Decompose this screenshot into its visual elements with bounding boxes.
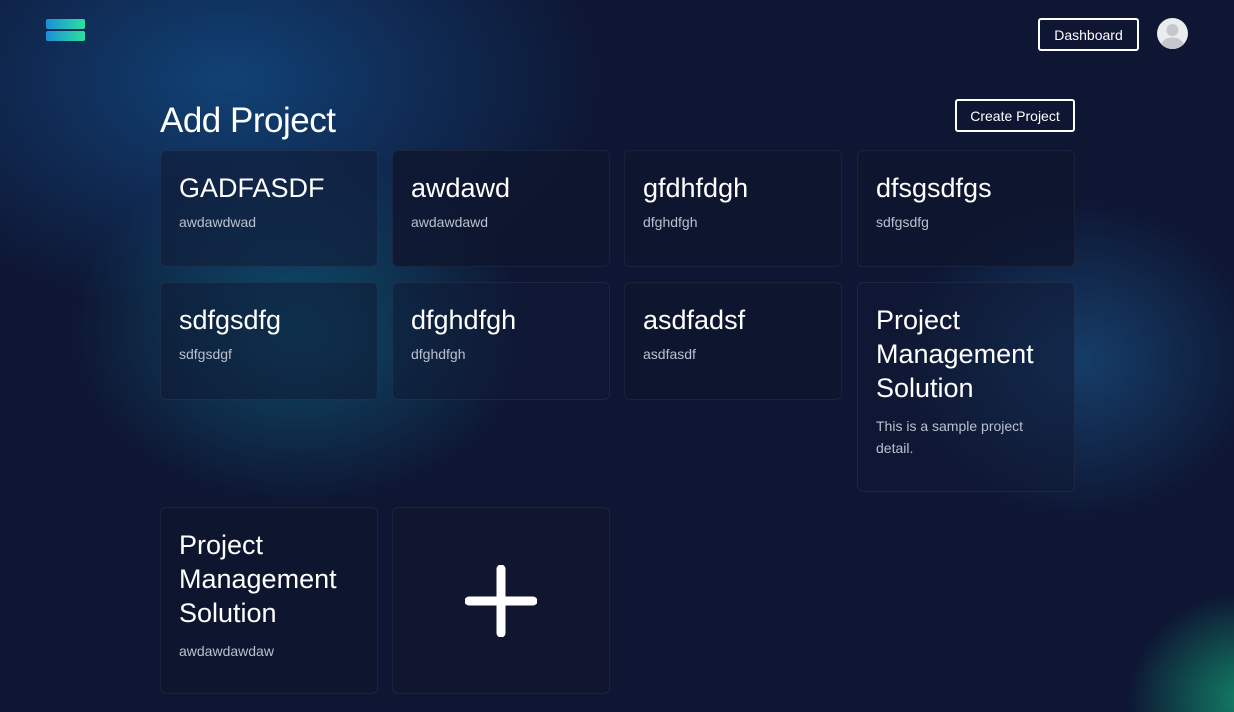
plus-icon [465,565,537,637]
project-card-description: sdfgsdfg [876,214,929,230]
project-card[interactable]: GADFASDF awdawdwad [160,150,378,267]
project-card-title: dfghdfgh [411,305,517,335]
project-card-description: asdfasdf [643,346,696,362]
project-card-description: awdawdwad [179,214,257,230]
project-card-title: dfsgsdfgs [876,173,992,203]
project-card-description: dfghdfgh [643,214,698,230]
logo-icon[interactable] [46,19,85,41]
project-card[interactable]: dfsgsdfgs sdfgsdfg [857,150,1075,267]
add-project-card[interactable] [392,507,610,694]
project-card-description: awdawdawdaw [179,643,274,659]
project-card-title: awdawd [411,173,511,203]
user-avatar-icon[interactable] [1157,18,1188,49]
logo-bar-top [46,19,85,29]
project-card[interactable]: asdfadsf asdfasdf [624,282,842,400]
project-card-description: dfghdfgh [411,346,466,362]
project-card[interactable]: sdfgsdfg sdfgsdgf [160,282,378,400]
project-card-description: awdawdawd [411,214,489,230]
project-card-description: sdfgsdgf [179,346,232,362]
project-card-description: This is a sample project detail. [876,418,1024,456]
project-card-title: asdfadsf [643,305,746,335]
project-card-title: gfdhfdgh [643,173,749,203]
project-card[interactable]: Project Management Solution This is a sa… [857,282,1075,492]
project-card-title: GADFASDF [179,173,325,203]
project-card[interactable]: gfdhfdgh dfghdfgh [624,150,842,267]
project-card-title: sdfgsdfg [179,305,282,335]
dashboard-button[interactable]: Dashboard [1038,18,1139,51]
avatar-silhouette-icon [1160,24,1185,49]
project-card[interactable]: Project Management Solution awdawdawdaw [160,507,378,694]
project-card[interactable]: awdawd awdawdawd [392,150,610,267]
page-title: Add Project [160,101,336,140]
project-card[interactable]: dfghdfgh dfghdfgh [392,282,610,400]
logo-bar-bottom [46,31,85,41]
create-project-button[interactable]: Create Project [955,99,1075,132]
project-card-title: Project Management Solution [876,305,1034,403]
project-card-title: Project Management Solution [179,530,337,628]
